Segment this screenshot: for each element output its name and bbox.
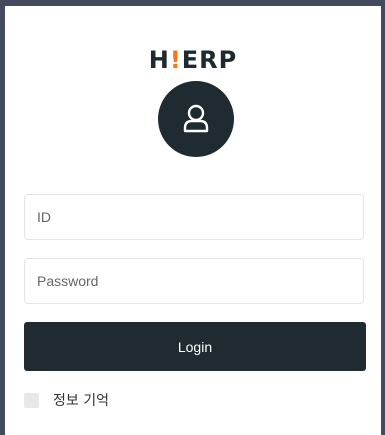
login-card: H!ERP Login 정보 기억 [5,6,381,435]
brand-logo: H!ERP [5,46,381,74]
remember-me[interactable]: 정보 기억 [24,390,109,410]
password-input[interactable] [24,258,364,304]
id-input[interactable] [24,194,364,240]
login-button[interactable]: Login [24,322,366,371]
remember-checkbox[interactable] [24,392,39,408]
remember-label: 정보 기억 [53,393,109,409]
logo-accent: ! [169,46,182,74]
logo-prefix: H [148,46,170,74]
user-icon [183,104,209,133]
logo-suffix: ERP [181,46,238,74]
avatar [158,81,234,157]
